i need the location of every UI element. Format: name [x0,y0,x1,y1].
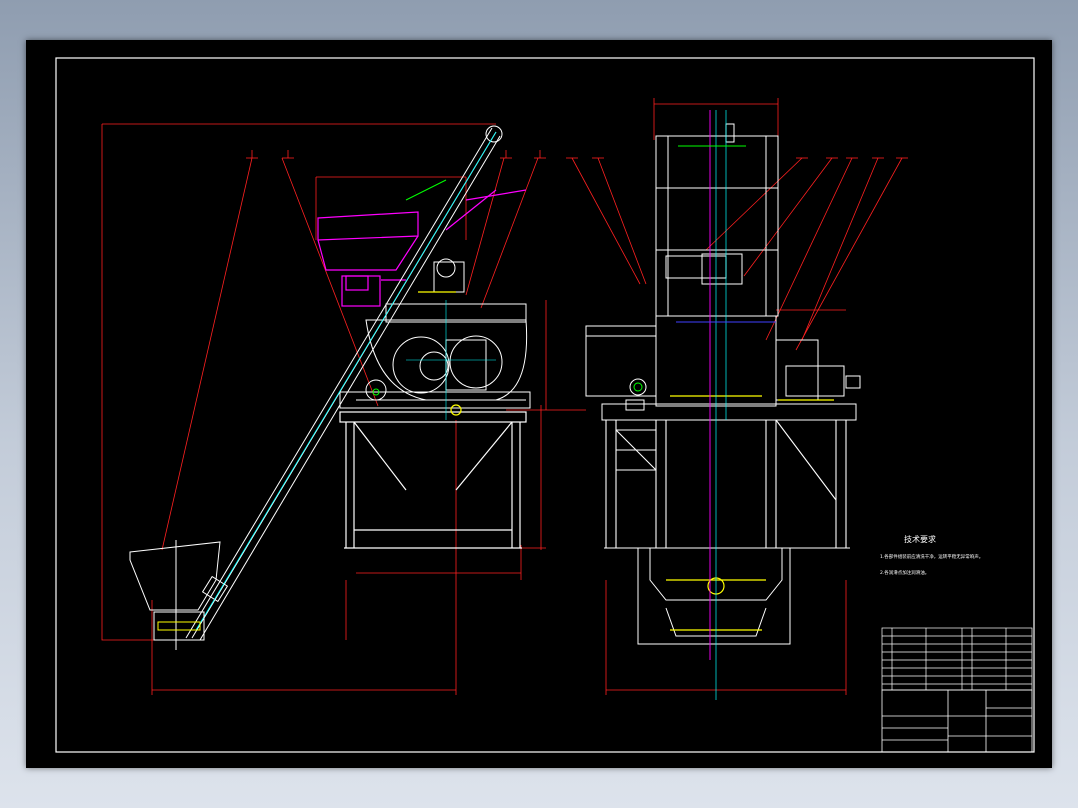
notes-line-2: 2.各润滑点加注润滑油。 [880,569,929,576]
notes-title: 技术要求 [904,534,936,544]
overall-dimension-lines [101,123,586,695]
notes-line-1: 1.各部件组装前应清洗干净，运转平稳无异常响声。 [880,553,983,560]
cad-viewer: 技术要求 1.各部件组装前应清洗干净，运转平稳无异常响声。 2.各润滑点加注润滑… [0,0,1078,808]
title-block [881,689,1033,753]
mixer-front [585,315,861,421]
front-green [633,145,746,392]
drawing-canvas: 技术要求 1.各部件组装前应清洗干净，运转平稳无异常响声。 2.各润滑点加注润滑… [55,57,1035,753]
hoist-tower [655,123,779,317]
front-view [566,98,908,700]
weighing-hopper [317,189,527,307]
technical-notes: 技术要求 1.各部件组装前应清洗干净，运转平稳无异常响声。 2.各润滑点加注润滑… [880,534,983,576]
aggregate-bin [129,540,221,650]
drawing-sheet[interactable]: 技术要求 1.各部件组装前应清洗干净，运转平稳无异常响声。 2.各润滑点加注润滑… [26,40,1052,768]
parts-list [881,627,1033,691]
support-frame [339,411,527,549]
front-support-frame [604,419,850,549]
pit-skip [666,395,834,631]
inclined-conveyor [185,125,503,641]
side-centerlines [406,300,496,420]
drawing-frame [55,57,1035,753]
front-centerlines [715,110,727,700]
side-view [101,123,586,695]
